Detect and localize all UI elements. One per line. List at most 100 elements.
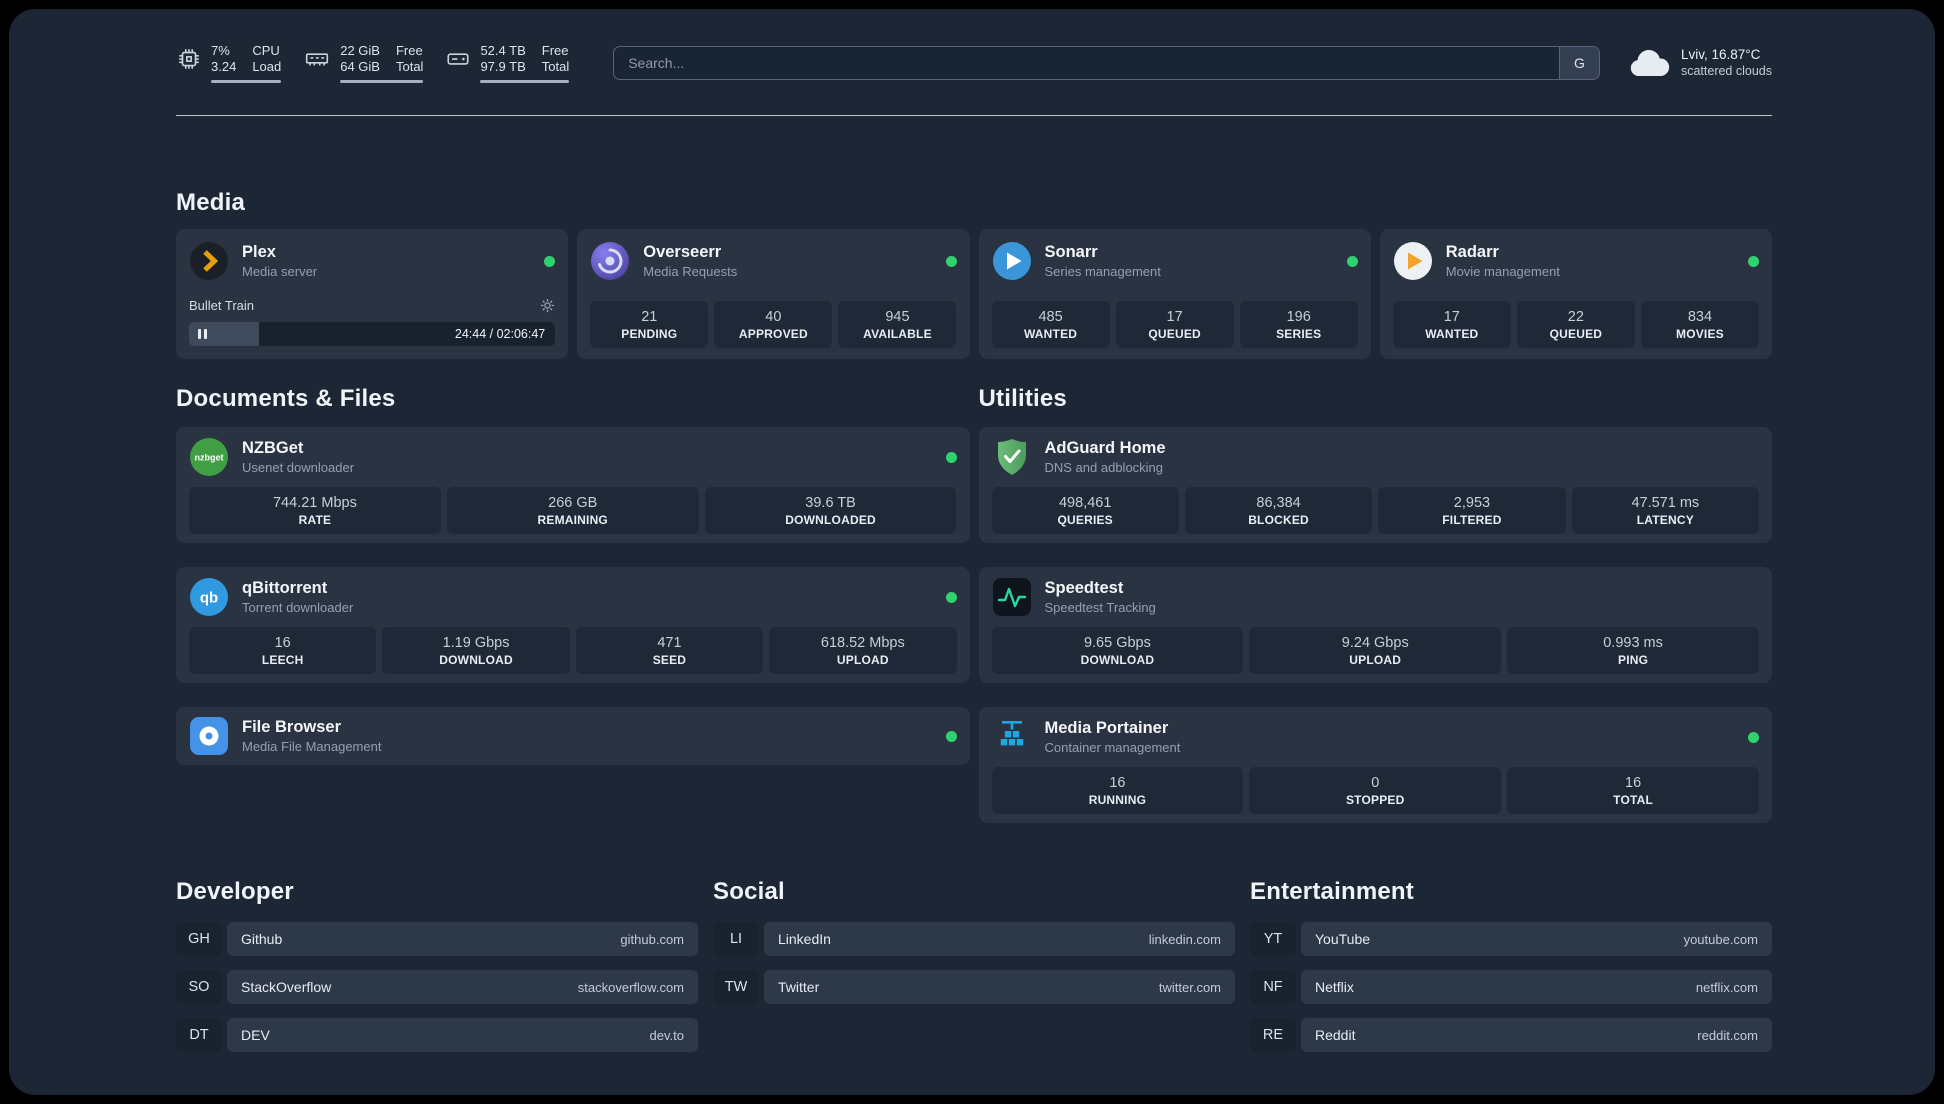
svg-text:nzbget: nzbget	[195, 453, 224, 463]
stat-stopped: 0 STOPPED	[1249, 767, 1502, 814]
stat-download: 1.19 Gbps DOWNLOAD	[382, 627, 570, 674]
stat-queued: 22 QUEUED	[1516, 301, 1635, 348]
weather-condition: scattered clouds	[1680, 64, 1772, 78]
playback-progress-bar: 24:44 / 02:06:47	[189, 322, 556, 346]
disk-labels: Free Total	[541, 43, 570, 74]
stat-available: 945 AVAILABLE	[838, 301, 957, 348]
search-input[interactable]	[614, 47, 1559, 79]
stat-total: 16 TOTAL	[1507, 767, 1759, 814]
service-card-overseerr[interactable]: Overseerr Media Requests 21 PENDING 40 A…	[577, 229, 970, 359]
service-card-adguard[interactable]: AdGuard Home DNS and adblocking 498,461 …	[978, 427, 1772, 543]
topbar-divider	[176, 115, 1772, 116]
bookmark-github[interactable]: GH Github github.com	[176, 922, 698, 956]
disk-values: 52.4 TB 97.9 TB	[480, 43, 526, 74]
weather-location: Lviv, 16.87°C	[1680, 47, 1761, 62]
service-card-speedtest[interactable]: Speedtest Speedtest Tracking 9.65 Gbps D…	[978, 567, 1772, 683]
bookmark-netflix[interactable]: NF Netflix netflix.com	[1250, 970, 1772, 1004]
stat-rate: 744.21 Mbps RATE	[189, 487, 441, 534]
svg-text:qb: qb	[200, 590, 218, 607]
gear-icon[interactable]	[540, 298, 555, 313]
section-heading-entertainment: Entertainment	[1250, 878, 1414, 905]
service-subtitle: Container management	[1044, 740, 1181, 755]
stat-seed: 471 SEED	[575, 627, 764, 674]
now-playing-title: Bullet Train	[189, 297, 255, 313]
cpu-values: 7% 3.24	[211, 43, 237, 74]
service-title: NZBGet	[242, 439, 304, 457]
search-bar: G	[613, 46, 1600, 80]
stat-upload: 9.24 Gbps UPLOAD	[1249, 627, 1502, 674]
stat-latency: 47.571 ms LATENCY	[1571, 487, 1759, 534]
service-card-sonarr[interactable]: Sonarr Series management 485 WANTED 17 Q…	[978, 229, 1371, 359]
status-dot	[1346, 255, 1358, 267]
status-dot	[544, 255, 556, 267]
service-subtitle: Usenet downloader	[242, 460, 355, 475]
stat-ping: 0.993 ms PING	[1507, 627, 1759, 674]
media-card-grid: Plex Media server Bullet Train 24:44 / 0…	[176, 229, 1772, 359]
stat-downloaded: 39.6 TB DOWNLOADED	[704, 487, 957, 534]
radarr-icon	[1393, 241, 1433, 281]
service-title: File Browser	[242, 718, 342, 736]
service-card-radarr[interactable]: Radarr Movie management 17 WANTED 22 QUE…	[1379, 229, 1772, 359]
stat-series: 196 SERIES	[1239, 301, 1358, 348]
stat-approved: 40 APPROVED	[714, 301, 833, 348]
bookmark-group-developer: Developer GH Github github.com SO StackO…	[176, 877, 698, 1066]
service-title: Plex	[242, 243, 276, 261]
stat-leech: 16 LEECH	[189, 627, 377, 674]
pause-icon[interactable]	[198, 329, 207, 339]
service-subtitle: Torrent downloader	[242, 600, 354, 615]
cpu-usage-bar	[211, 80, 282, 83]
memory-icon	[303, 46, 331, 72]
stat-queries: 498,461 QUERIES	[991, 487, 1179, 534]
stat-upload: 618.52 Mbps UPLOAD	[769, 627, 957, 674]
cpu-labels: CPU Load	[252, 43, 282, 74]
plex-icon	[189, 241, 229, 281]
service-card-qbittorrent[interactable]: qb qBittorrent Torrent downloader 16 LEE…	[176, 567, 970, 683]
bookmark-twitter[interactable]: TW Twitter twitter.com	[713, 970, 1235, 1004]
portainer-icon	[992, 717, 1032, 757]
section-heading-developer: Developer	[176, 878, 294, 905]
adguard-icon	[992, 437, 1032, 477]
service-title: AdGuard Home	[1044, 439, 1166, 457]
section-heading-social: Social	[713, 878, 785, 905]
status-dot	[945, 591, 957, 603]
service-card-filebrowser[interactable]: File Browser Media File Management	[176, 707, 970, 765]
cloud-icon	[1628, 48, 1670, 78]
status-dot	[1748, 731, 1759, 743]
search-provider-button[interactable]: G	[1558, 47, 1599, 79]
status-dot	[945, 451, 957, 463]
weather-widget: Lviv, 16.87°C scattered clouds	[1628, 46, 1772, 80]
service-subtitle: Media Requests	[643, 264, 738, 279]
bookmark-stackoverflow[interactable]: SO StackOverflow stackoverflow.com	[176, 970, 698, 1004]
playback-time: 24:44 / 02:06:47	[454, 327, 546, 341]
qbittorrent-icon: qb	[189, 577, 229, 617]
memory-widget: 22 GiB 64 GiB Free Total	[303, 43, 424, 83]
service-title: Radarr	[1445, 243, 1499, 261]
service-card-plex[interactable]: Plex Media server Bullet Train 24:44 / 0…	[176, 229, 569, 359]
status-dot	[1748, 255, 1759, 267]
service-subtitle: Speedtest Tracking	[1044, 600, 1156, 615]
service-title: Overseerr	[643, 243, 722, 261]
service-card-nzbget[interactable]: nzbget NZBGet Usenet downloader 744.21 M…	[176, 427, 970, 543]
service-title: Sonarr	[1044, 243, 1098, 261]
section-utilities: Utilities AdGuard Home DNS and adblockin…	[978, 384, 1772, 823]
bookmark-dev[interactable]: DT DEV dev.to	[176, 1018, 698, 1052]
stat-wanted: 17 WANTED	[1392, 301, 1511, 348]
bookmark-youtube[interactable]: YT YouTube youtube.com	[1250, 922, 1772, 956]
service-title: Media Portainer	[1044, 719, 1169, 737]
nzbget-icon: nzbget	[189, 437, 229, 477]
stat-filtered: 2,953 FILTERED	[1378, 487, 1566, 534]
stat-blocked: 86,384 BLOCKED	[1184, 487, 1373, 534]
service-subtitle: Media File Management	[242, 739, 382, 754]
service-card-portainer[interactable]: Media Portainer Container management 16 …	[978, 707, 1772, 823]
bookmark-reddit[interactable]: RE Reddit reddit.com	[1250, 1018, 1772, 1052]
disk-widget: 52.4 TB 97.9 TB Free Total	[445, 43, 570, 83]
service-subtitle: Media server	[242, 264, 318, 279]
section-heading-documents: Documents & Files	[176, 385, 396, 412]
sonarr-icon	[992, 241, 1032, 281]
bookmark-linkedin[interactable]: LI LinkedIn linkedin.com	[713, 922, 1235, 956]
section-heading-utilities: Utilities	[978, 385, 1067, 412]
stat-movies: 834 MOVIES	[1640, 301, 1759, 348]
service-title: Speedtest	[1044, 579, 1124, 597]
filebrowser-icon	[189, 716, 229, 756]
cpu-widget: 7% 3.24 CPU Load	[176, 43, 282, 83]
